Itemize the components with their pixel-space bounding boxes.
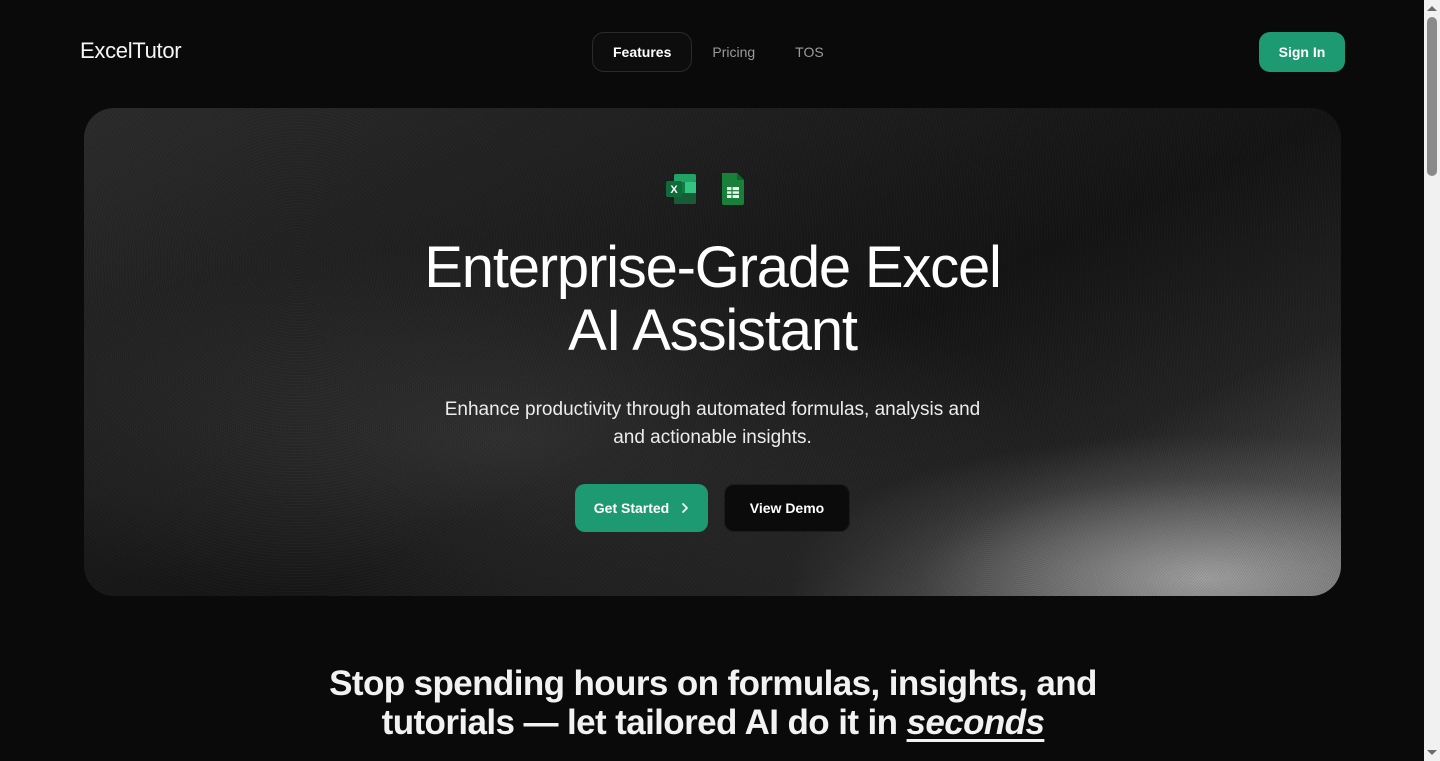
main-nav: Features Pricing TOS xyxy=(592,32,844,72)
tagline-line1: Stop spending hours on formulas, insight… xyxy=(329,664,1097,703)
hero-buttons: Get Started View Demo xyxy=(575,484,850,532)
nav-pricing[interactable]: Pricing xyxy=(692,32,775,72)
sign-in-button[interactable]: Sign In xyxy=(1259,32,1345,72)
hero-section: X Enterprise-Grade Excel AI Assistant En… xyxy=(84,108,1341,596)
hero-title-line1: Enterprise-Grade Excel xyxy=(424,235,1002,300)
scrollbar-thumb[interactable] xyxy=(1427,17,1437,176)
hero-icons: X xyxy=(664,172,746,206)
hero-subtitle-line1: Enhance productivity through automated f… xyxy=(444,399,981,420)
excel-icon: X xyxy=(666,174,696,204)
scroll-up-arrow-icon[interactable] xyxy=(1427,6,1437,11)
get-started-button[interactable]: Get Started xyxy=(575,484,708,532)
hero-title: Enterprise-Grade Excel AI Assistant xyxy=(84,236,1341,362)
site-header: ExcelTutor Features Pricing TOS Sign In xyxy=(0,0,1424,104)
tagline: Stop spending hours on formulas, insight… xyxy=(280,664,1146,742)
get-started-label: Get Started xyxy=(593,500,670,516)
chevron-right-icon xyxy=(682,503,689,513)
tagline-line2-prefix: tutorials — let tailored AI do it in xyxy=(381,703,907,742)
scroll-down-arrow-icon[interactable] xyxy=(1427,750,1437,755)
svg-text:X: X xyxy=(670,184,678,196)
google-sheets-icon xyxy=(722,173,744,205)
logo[interactable]: ExcelTutor xyxy=(80,38,182,64)
nav-features[interactable]: Features xyxy=(592,32,693,72)
view-demo-button[interactable]: View Demo xyxy=(724,484,850,532)
hero-subtitle: Enhance productivity through automated f… xyxy=(384,396,1041,452)
tagline-emphasis: seconds xyxy=(906,703,1045,742)
page-scrollbar[interactable] xyxy=(1424,0,1440,761)
hero-subtitle-line2: and actionable insights. xyxy=(613,427,812,448)
hero-title-line2: AI Assistant xyxy=(568,298,858,363)
nav-tos[interactable]: TOS xyxy=(775,32,844,72)
